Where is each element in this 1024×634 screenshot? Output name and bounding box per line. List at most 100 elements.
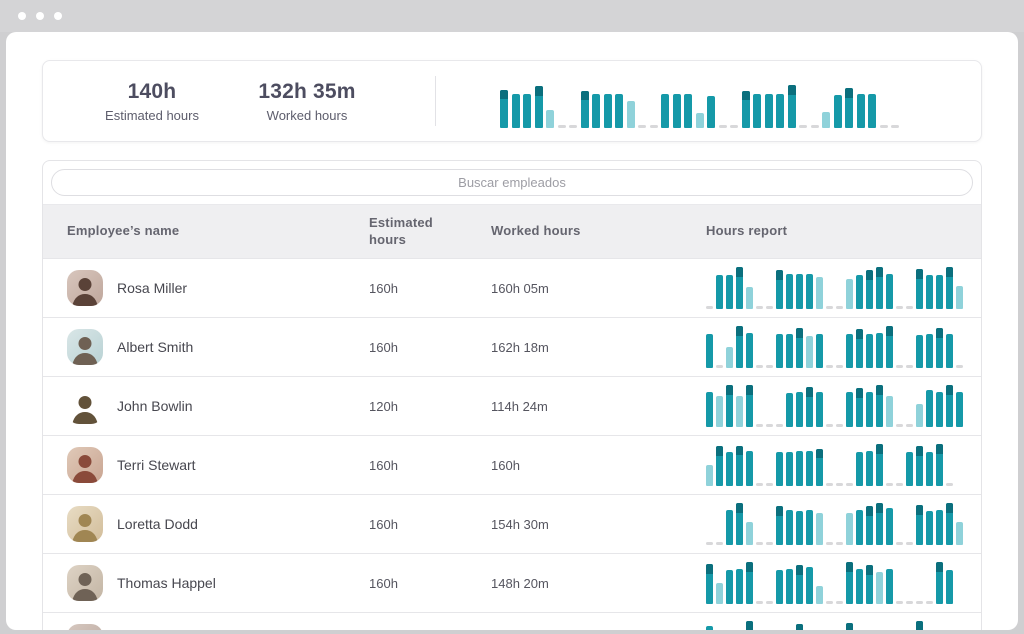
no-hours-dash xyxy=(569,125,577,128)
window-control-dot[interactable] xyxy=(54,12,62,20)
no-hours-dash xyxy=(946,483,953,486)
work-day-bar xyxy=(857,94,865,128)
employee-name: Loretta Dodd xyxy=(117,516,198,532)
table-header: Employee’s name Estimated hours Worked h… xyxy=(43,204,981,258)
partial-day-bar xyxy=(746,522,753,545)
window-control-dot[interactable] xyxy=(18,12,26,20)
work-day-bar xyxy=(886,274,893,309)
work-day-bar xyxy=(592,94,600,128)
overtime-cap xyxy=(876,385,883,395)
overtime-day-bar xyxy=(936,444,943,486)
partial-day-bar xyxy=(816,586,823,604)
work-day-bar xyxy=(661,94,669,128)
worked-hours-value: 160h xyxy=(491,458,706,473)
no-hours-dash xyxy=(880,125,888,128)
estimated-hours-label: Estimated hours xyxy=(77,108,227,123)
no-hours-dash xyxy=(638,125,646,128)
window-control-dot[interactable] xyxy=(36,12,44,20)
column-header-estimated-hours: Estimated hours xyxy=(369,215,491,249)
overtime-day-bar xyxy=(846,623,853,630)
work-day-bar xyxy=(806,510,813,545)
no-hours-dash xyxy=(836,306,843,309)
overtime-cap xyxy=(806,387,813,397)
work-day-bar xyxy=(846,392,853,427)
no-hours-dash xyxy=(826,601,833,604)
column-header-employee-name: Employee’s name xyxy=(67,223,369,240)
partial-day-bar xyxy=(822,112,830,128)
table-row[interactable]: Rosa Miller160h160h 05m xyxy=(43,258,981,317)
work-day-bar xyxy=(866,334,873,368)
work-day-bar xyxy=(786,510,793,545)
work-day-bar xyxy=(856,275,863,309)
employee-name: Terri Stewart xyxy=(117,457,196,473)
no-hours-dash xyxy=(896,306,903,309)
overtime-cap xyxy=(736,446,743,456)
no-hours-dash xyxy=(766,483,773,486)
no-hours-dash xyxy=(776,424,783,427)
worked-hours-label: Worked hours xyxy=(237,108,377,123)
partial-day-bar xyxy=(706,465,713,486)
table-row[interactable]: Terri Stewart160h160h xyxy=(43,435,981,494)
overtime-day-bar xyxy=(746,621,753,630)
overtime-cap xyxy=(726,385,733,395)
work-day-bar xyxy=(866,392,873,427)
work-day-bar xyxy=(726,275,733,309)
overtime-day-bar xyxy=(535,86,543,128)
partial-day-bar xyxy=(956,286,963,309)
no-hours-dash xyxy=(756,542,763,545)
table-row[interactable]: John Bowlin120h114h 24m xyxy=(43,376,981,435)
overtime-day-bar xyxy=(876,503,883,545)
overtime-day-bar xyxy=(736,267,743,309)
table-row[interactable]: Thomas Happel160h148h 20m xyxy=(43,553,981,612)
no-hours-dash xyxy=(906,365,913,368)
overtime-day-bar xyxy=(866,565,873,604)
avatar xyxy=(67,329,103,365)
work-day-bar xyxy=(916,335,923,368)
overtime-day-bar xyxy=(916,621,923,630)
table-row[interactable] xyxy=(43,612,981,630)
estimated-hours-value: 160h xyxy=(369,281,491,296)
no-hours-dash xyxy=(896,424,903,427)
overtime-cap xyxy=(916,505,923,515)
no-hours-dash xyxy=(719,125,727,128)
no-hours-dash xyxy=(836,601,843,604)
worked-hours-value: 162h 18m xyxy=(491,340,706,355)
partial-day-bar xyxy=(916,404,923,427)
hours-report-sparkline xyxy=(706,619,965,630)
partial-day-bar xyxy=(846,279,853,309)
work-day-bar xyxy=(868,94,876,128)
no-hours-dash xyxy=(558,125,566,128)
partial-day-bar xyxy=(726,347,733,368)
work-day-bar xyxy=(746,333,753,368)
overtime-cap xyxy=(776,506,783,515)
overtime-day-bar xyxy=(946,503,953,545)
overtime-day-bar xyxy=(876,385,883,427)
no-hours-dash xyxy=(730,125,738,128)
overtime-cap xyxy=(846,562,853,572)
table-row[interactable]: Loretta Dodd160h154h 30m xyxy=(43,494,981,553)
work-day-bar xyxy=(706,626,713,630)
overtime-cap xyxy=(936,444,943,454)
work-day-bar xyxy=(834,95,842,128)
work-day-bar xyxy=(786,274,793,309)
search-input[interactable] xyxy=(51,169,973,196)
estimated-hours-value: 160h xyxy=(369,576,491,591)
partial-day-bar xyxy=(806,336,813,368)
hours-report-sparkline xyxy=(706,324,965,368)
work-day-bar xyxy=(856,510,863,545)
work-day-bar xyxy=(753,94,761,128)
no-hours-dash xyxy=(756,365,763,368)
table-row[interactable]: Albert Smith160h162h 18m xyxy=(43,317,981,376)
overtime-day-bar xyxy=(706,564,713,604)
overtime-day-bar xyxy=(796,328,803,368)
overtime-cap xyxy=(500,90,508,99)
estimated-hours-stat: 140h Estimated hours xyxy=(77,80,227,123)
overtime-cap xyxy=(876,503,883,513)
hours-report-sparkline xyxy=(706,501,965,545)
work-day-bar xyxy=(856,452,863,486)
no-hours-dash xyxy=(766,365,773,368)
hours-report-sparkline xyxy=(706,383,965,427)
no-hours-dash xyxy=(836,483,843,486)
summary-card: 140h Estimated hours 132h 35m Worked hou… xyxy=(42,60,982,142)
employee-name: Thomas Happel xyxy=(117,575,216,591)
